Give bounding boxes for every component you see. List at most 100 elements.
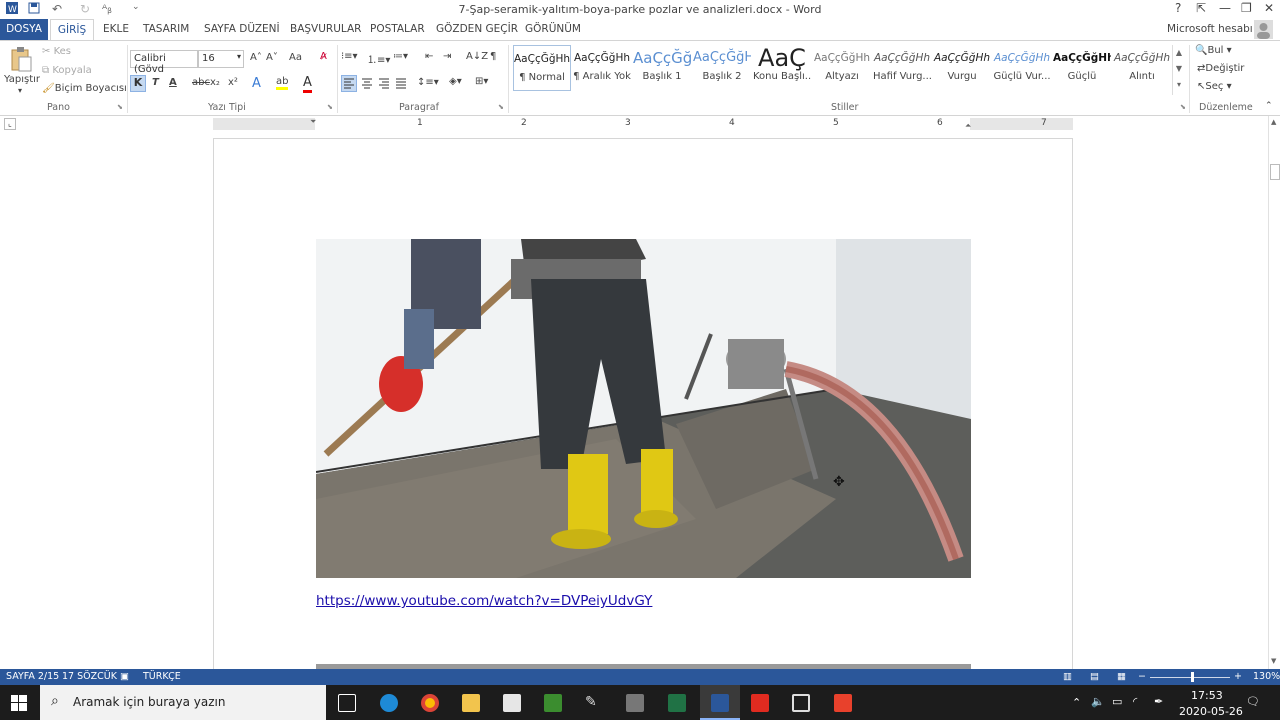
shrink-font-button[interactable]: A˅ [266,52,278,63]
style-emphasis[interactable]: AaÇçĞğHh Vurgu [933,45,991,91]
multilevel-list-icon[interactable]: ≔▾ [393,51,408,62]
read-mode-icon[interactable]: ▥ [1063,671,1072,682]
font-size-combo[interactable]: 16 ▾ [198,50,244,68]
app-icon[interactable] [544,694,562,712]
sort-icon[interactable]: A↓Z [466,51,488,62]
tab-references[interactable]: BAŞVURULAR [290,23,361,35]
app-icon[interactable] [626,694,644,712]
language-indicator[interactable]: TÜRKÇE [143,671,181,682]
format-painter-button[interactable]: 🖌Biçim Boyacısı [42,83,127,94]
proofing-icon[interactable]: ▣ [120,671,129,682]
align-center-icon[interactable] [360,76,374,94]
clock-date[interactable]: 2020-05-26 [1179,705,1243,718]
show-marks-icon[interactable]: ¶ [490,51,496,62]
edge-icon[interactable] [380,694,398,712]
restore-button[interactable]: ❐ [1241,1,1252,15]
styles-launcher-icon[interactable]: ⬊ [1180,103,1186,111]
subscript-button[interactable]: x₂ [210,77,220,88]
taskbar-search[interactable]: ⌕ Aramak için buraya yazın [40,685,326,720]
superscript-button[interactable]: x² [228,77,238,88]
font-name-combo[interactable]: Calibri (Gövd [130,50,198,75]
tab-design[interactable]: TASARIM [143,23,189,35]
file-explorer-icon[interactable] [462,694,480,712]
paragraph-launcher-icon[interactable]: ⬊ [498,103,504,111]
style-normal[interactable]: AaÇçĞğHh ¶ Normal [513,45,571,91]
right-indent-marker-icon[interactable]: ⏶ [965,121,971,131]
align-left-icon[interactable] [341,75,357,92]
increase-indent-icon[interactable]: ⇥ [443,51,451,62]
borders-icon[interactable]: ⊞▾ [475,76,488,87]
wifi-icon[interactable]: ◜ [1133,695,1137,708]
zoom-in-button[interactable]: + [1234,671,1242,682]
tab-review[interactable]: GÖZDEN GEÇİR [436,23,518,35]
pen-icon[interactable]: ✎ [585,694,603,712]
font-launcher-icon[interactable]: ⬊ [327,103,333,111]
style-heading-2[interactable]: AaÇçĞğH Başlık 2 [693,45,751,91]
style-heading-1[interactable]: AaÇçĞğ Başlık 1 [633,45,691,91]
replace-button[interactable]: ⇄Değiştir [1197,63,1244,74]
tab-selector-icon[interactable]: ⌞ [4,118,16,130]
clear-formatting-icon[interactable]: A̷ [320,51,327,62]
help-button[interactable]: ? [1175,1,1181,15]
paste-dropdown-icon[interactable]: ▾ [18,86,22,95]
scroll-up-icon[interactable]: ▲ [1271,118,1276,126]
ribbon-display-options-icon[interactable]: ⇱ [1196,1,1206,15]
grow-font-button[interactable]: A˄ [250,52,262,63]
scroll-down-icon[interactable]: ▼ [1271,657,1276,665]
print-layout-icon[interactable]: ▤ [1090,671,1099,682]
shading-icon[interactable]: ◈▾ [449,76,462,87]
paste-icon[interactable] [9,47,33,73]
tab-insert[interactable]: EKLE [103,23,129,35]
tab-home[interactable]: GİRİŞ [50,19,94,41]
change-case-button[interactable]: Aa [289,52,302,63]
style-title[interactable]: AaÇ Konu Başlı... [753,45,811,91]
zoom-level[interactable]: 130% [1253,671,1280,682]
strikethrough-button[interactable]: abc [192,77,210,88]
collapse-ribbon-icon[interactable]: ⌃ [1265,101,1273,111]
style-subtitle[interactable]: AaÇçĞğHh Altyazı [813,45,871,91]
bullets-icon[interactable]: ⁝≡▾ [341,51,358,62]
clipboard-launcher-icon[interactable]: ⬊ [117,103,123,111]
style-subtle-emphasis[interactable]: AaÇçĞğHh Hafif Vurg... [873,45,931,91]
tray-chevron-icon[interactable]: ⌃ [1072,696,1081,709]
volume-icon[interactable]: 🔈 [1091,695,1105,708]
highlight-icon[interactable]: ab [276,76,289,90]
tab-file[interactable]: DOSYA [0,19,48,40]
scroll-thumb[interactable] [1270,164,1280,180]
windows-start-icon[interactable] [11,695,27,714]
styles-gallery-scroll[interactable]: ▲ ▼ ▾ [1172,45,1185,95]
excel-icon[interactable] [668,694,686,712]
youtube-link[interactable]: https://www.youtube.com/watch?v=DVPeiyUd… [316,593,652,609]
tab-mailings[interactable]: POSTALAR [370,23,425,35]
underline-button[interactable]: A [169,77,177,88]
bold-button[interactable]: K [130,75,146,92]
numbering-icon[interactable]: ⒈≡▾ [367,51,390,66]
align-right-icon[interactable] [377,76,391,94]
app-icon[interactable] [834,694,852,712]
line-spacing-icon[interactable]: ↕≡▾ [417,77,439,88]
account-name[interactable]: Microsoft hesabı [1167,23,1253,35]
zoom-slider[interactable] [1150,677,1230,678]
font-color-icon[interactable]: A [303,75,312,93]
italic-button[interactable]: T [152,77,159,88]
indent-marker-icon[interactable]: ⏷ [310,117,316,127]
chrome-icon[interactable] [421,694,439,712]
avatar[interactable] [1254,20,1273,39]
horizontal-ruler[interactable]: 1 2 3 4 5 6 7 ⏷ ⏶ [213,117,1073,131]
tab-view[interactable]: GÖRÜNÜM [525,23,581,35]
page-count[interactable]: SAYFA 2/15 [6,671,59,682]
style-strong[interactable]: AaÇçĞğHh Güçlü [1053,45,1111,91]
minimize-button[interactable]: — [1219,1,1231,15]
cut-button[interactable]: ✂ Kes [42,46,71,57]
clock-time[interactable]: 17:53 [1191,689,1223,702]
calculator-icon[interactable] [792,694,810,712]
zoom-slider-thumb[interactable] [1191,672,1194,682]
decrease-indent-icon[interactable]: ⇤ [425,51,433,62]
document-image[interactable] [316,239,971,578]
tab-page-layout[interactable]: SAYFA DÜZENİ [204,23,280,35]
notifications-icon[interactable]: 🗨 [1246,695,1260,708]
word-count[interactable]: 17 SÖZCÜK [62,671,117,682]
zoom-out-button[interactable]: − [1138,671,1146,682]
text-effects-icon[interactable]: A [252,76,261,91]
paste-button[interactable]: Yapıştır [4,74,40,85]
